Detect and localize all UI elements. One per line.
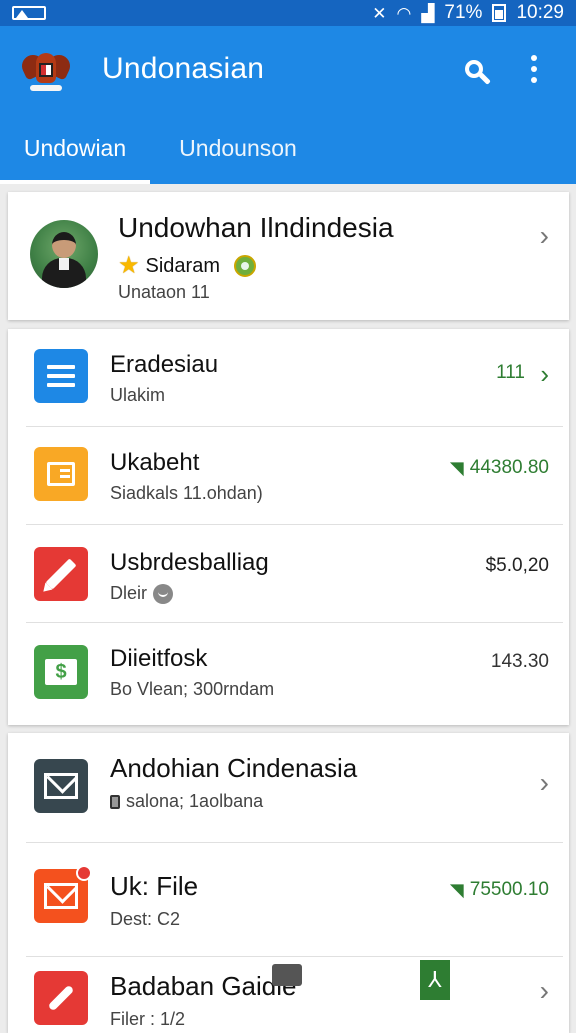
list-item-subtitle: Ulakim: [110, 385, 166, 405]
list-item[interactable]: Ukabeht Siadkals 11.ohdan) ◥ 44380.80: [8, 427, 569, 525]
image-notification-icon: [12, 6, 46, 20]
list-item-title: Andohian Cindenasia: [110, 753, 358, 783]
chevron-right-icon: ›: [540, 359, 549, 389]
list-item-subtitle: Dleir: [110, 583, 148, 603]
list-item-subtitle: Filer : 1/2: [110, 1009, 186, 1029]
list-item-value: $5.0,20: [485, 555, 549, 576]
list-item-title: Badaban Gaidle: [110, 971, 297, 1001]
wifi-icon: ◠: [396, 3, 412, 23]
profile-card[interactable]: Undowhan Ilndindesia ★ Sidaram Unataon 1…: [8, 192, 569, 320]
list-item[interactable]: Usbrdesballiag Dleir $5.0,20: [8, 525, 569, 623]
trend-down-icon: ◥: [449, 457, 464, 478]
list-item[interactable]: $ Diieitfosk Bo Vlean; 300rndam 143.30: [8, 623, 569, 721]
list-card-primary: Eradesiau Ulakim 111 › Ukabeht Siadkals …: [8, 329, 569, 725]
list-item[interactable]: Eradesiau Ulakim 111 ›: [8, 329, 569, 427]
profile-badge-text: Sidaram: [145, 254, 220, 277]
list-item-subtitle-row: salona; 1aolbana: [110, 791, 263, 812]
list-item-title: Uk: File: [110, 871, 199, 901]
mail-icon: [34, 759, 88, 813]
list-item-value-group: ◥ 44380.80: [450, 457, 549, 479]
star-icon: ★: [118, 252, 140, 279]
signal-icon: ▟: [421, 3, 435, 23]
status-bar: ✕ ◠ ▟ 71% 10:29: [0, 0, 576, 26]
search-button[interactable]: [454, 49, 494, 89]
clock: 10:29: [516, 2, 564, 23]
list-item[interactable]: Uk: File Dest: C2 ◥ 75500.10: [8, 843, 569, 957]
list-item-subtitle-row: Dleir: [110, 583, 174, 604]
list-item-title: Usbrdesballiag: [110, 549, 269, 576]
chevron-right-icon: ›: [539, 220, 549, 251]
tab-bar: Undowian Undounson: [0, 112, 576, 184]
list-item-value: 111: [496, 362, 525, 383]
list-icon: [34, 447, 88, 501]
chevron-right-icon: ›: [539, 767, 549, 798]
device-icon: [110, 794, 120, 809]
mute-icon: ✕: [372, 3, 387, 23]
list-item-value: 143.30: [490, 651, 549, 672]
garuda-logo-icon: [18, 45, 74, 93]
battery-icon: [492, 4, 507, 22]
emoji-icon: [153, 583, 174, 604]
profile-name: Undowhan Ilndindesia: [118, 212, 394, 243]
overflow-menu-button[interactable]: [514, 49, 554, 89]
document-icon: [34, 349, 88, 403]
avatar: [30, 220, 98, 288]
list-card-secondary: Andohian Cindenasia salona; 1aolbana › U…: [8, 733, 569, 1033]
list-item-value: 44380.80: [469, 457, 549, 478]
accessibility-icon[interactable]: ⅄: [420, 960, 450, 1000]
tab-undowian[interactable]: Undowian: [0, 112, 150, 184]
list-item-subtitle: salona; 1aolbana: [126, 791, 264, 811]
dollar-icon: $: [34, 645, 88, 699]
tool-icon: [34, 971, 88, 1025]
emblem-badge-icon: [234, 255, 256, 277]
list-item-title: Ukabeht: [110, 449, 200, 476]
list-item-value: 75500.10: [469, 879, 549, 900]
search-icon: [465, 60, 483, 78]
list-item-value-group: ◥ 75500.10: [450, 879, 549, 901]
pencil-icon: [34, 547, 88, 601]
more-vert-icon: [531, 55, 537, 83]
list-item-subtitle: Siadkals 11.ohdan): [110, 483, 263, 503]
battery-percent: 71%: [444, 2, 483, 23]
overlay-thumbnail: [272, 964, 302, 986]
app-title: Undonasian: [102, 52, 265, 85]
list-item-subtitle: Dest: C2: [110, 909, 181, 929]
chevron-right-icon: ›: [539, 975, 549, 1006]
tab-undounson[interactable]: Undounson: [150, 112, 326, 184]
list-item[interactable]: Andohian Cindenasia salona; 1aolbana ›: [8, 733, 569, 843]
list-item-subtitle: Bo Vlean; 300rndam: [110, 679, 275, 699]
trend-down-icon: ◥: [449, 879, 464, 900]
list-item-title: Diieitfosk: [110, 645, 208, 672]
list-item-title: Eradesiau: [110, 351, 219, 378]
app-bar: Undonasian: [0, 26, 576, 112]
profile-badge-row: ★ Sidaram: [118, 254, 256, 278]
profile-meta: Unataon 11: [118, 282, 210, 302]
mail-notify-icon: [34, 865, 92, 923]
